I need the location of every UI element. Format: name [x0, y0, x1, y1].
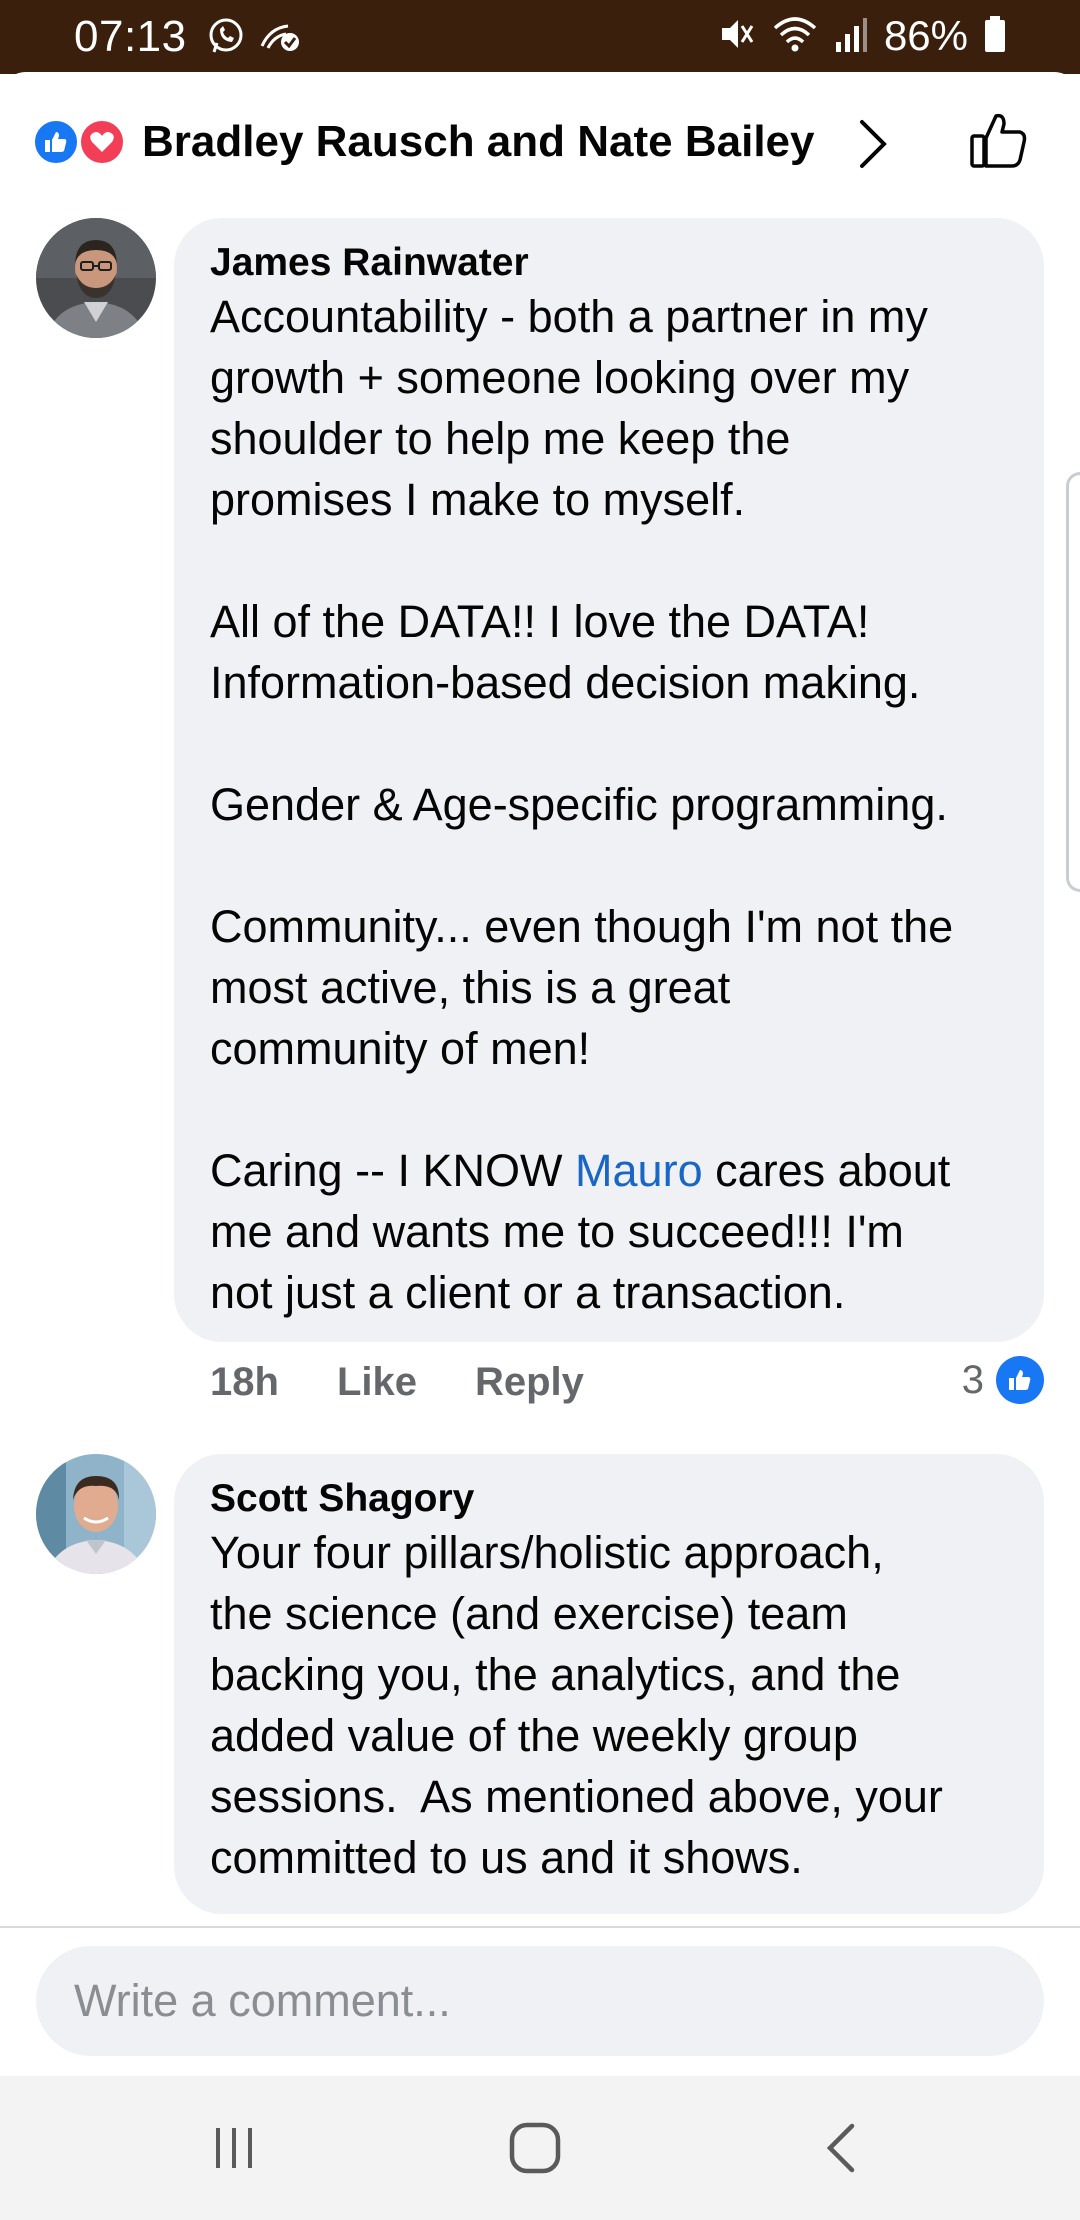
comment-bubble[interactable]: Scott Shagory Your four pillars/holistic…: [174, 1454, 1044, 1914]
comment-line: not just a client or a transaction.: [210, 1267, 846, 1318]
comment-line: sessions. As mentioned above, your: [210, 1771, 943, 1822]
comment-line: me and wants me to succeed!!! I'm: [210, 1206, 904, 1257]
avatar[interactable]: [36, 1454, 156, 1574]
comment-like-count[interactable]: 3: [962, 1356, 1044, 1404]
comment-line: Gender & Age-specific programming.: [210, 779, 948, 830]
comment-actions: 18h Like Reply: [210, 1360, 584, 1405]
comment-body: Accountability - both a partner in my gr…: [210, 286, 1008, 1323]
home-icon[interactable]: [485, 2112, 585, 2184]
like-count-number: 3: [961, 1357, 984, 1402]
comment-line: All of the DATA!! I love the DATA!: [210, 596, 870, 647]
mention-link[interactable]: Mauro: [575, 1145, 703, 1196]
battery-icon: [984, 14, 1006, 59]
thumbs-up-outline-icon[interactable]: [966, 108, 1030, 177]
whatsapp-icon: [206, 16, 246, 61]
comment-line: shoulder to help me keep the: [210, 413, 791, 464]
scrollbar[interactable]: [1066, 472, 1080, 892]
comment-input[interactable]: [36, 1946, 1044, 2056]
love-reaction-icon: [78, 118, 126, 166]
comments-sheet: Bradley Rausch and Nate Bailey James Rai…: [0, 72, 1080, 2076]
status-bar: 07:13 86%: [0, 0, 1080, 74]
reactors-label[interactable]: Bradley Rausch and Nate Bailey: [142, 117, 814, 167]
back-icon[interactable]: [790, 2112, 890, 2184]
wifi-icon: [772, 14, 818, 59]
like-button[interactable]: Like: [337, 1360, 417, 1405]
comment-line: Accountability - both a partner in my: [210, 291, 928, 342]
comment-line: community of men!: [210, 1023, 591, 1074]
divider: [0, 1926, 1080, 1928]
comment-line: growth + someone looking over my: [210, 352, 910, 403]
comment-line: added value of the weekly group: [210, 1710, 858, 1761]
comment-line: the science (and exercise) team: [210, 1588, 848, 1639]
wifi-calling-icon: [258, 18, 302, 59]
system-nav-bar: [0, 2076, 1080, 2220]
signal-icon: [834, 14, 868, 59]
comment-line: committed to us and it shows.: [210, 1832, 803, 1883]
comment-body: Your four pillars/holistic approach, the…: [210, 1522, 1008, 1888]
comment-line: backing you, the analytics, and the: [210, 1649, 901, 1700]
like-reaction-icon: [996, 1356, 1044, 1404]
comment-line: most active, this is a great: [210, 962, 731, 1013]
status-time: 07:13: [74, 12, 187, 61]
comment-line: Your four pillars/holistic approach,: [210, 1527, 884, 1578]
avatar[interactable]: [36, 218, 156, 338]
comment-line: Caring -- I KNOW Mauro cares about: [210, 1145, 951, 1196]
reply-button[interactable]: Reply: [475, 1360, 584, 1405]
reactions-header[interactable]: Bradley Rausch and Nate Bailey: [0, 72, 1080, 212]
recent-apps-icon[interactable]: [184, 2112, 284, 2184]
comment-bubble[interactable]: James Rainwater Accountability - both a …: [174, 218, 1044, 1342]
like-reaction-icon: [32, 118, 80, 166]
comment-line: Information-based decision making.: [210, 657, 921, 708]
comment-author[interactable]: Scott Shagory: [210, 1476, 1008, 1522]
comment-author[interactable]: James Rainwater: [210, 240, 1008, 286]
chevron-right-icon[interactable]: [856, 116, 892, 177]
comment-timestamp: 18h: [210, 1360, 279, 1404]
mute-icon: [716, 14, 756, 59]
comment-line: promises I make to myself.: [210, 474, 746, 525]
battery-percent: 86%: [883, 12, 968, 59]
comment-line: Community... even though I'm not the: [210, 901, 954, 952]
